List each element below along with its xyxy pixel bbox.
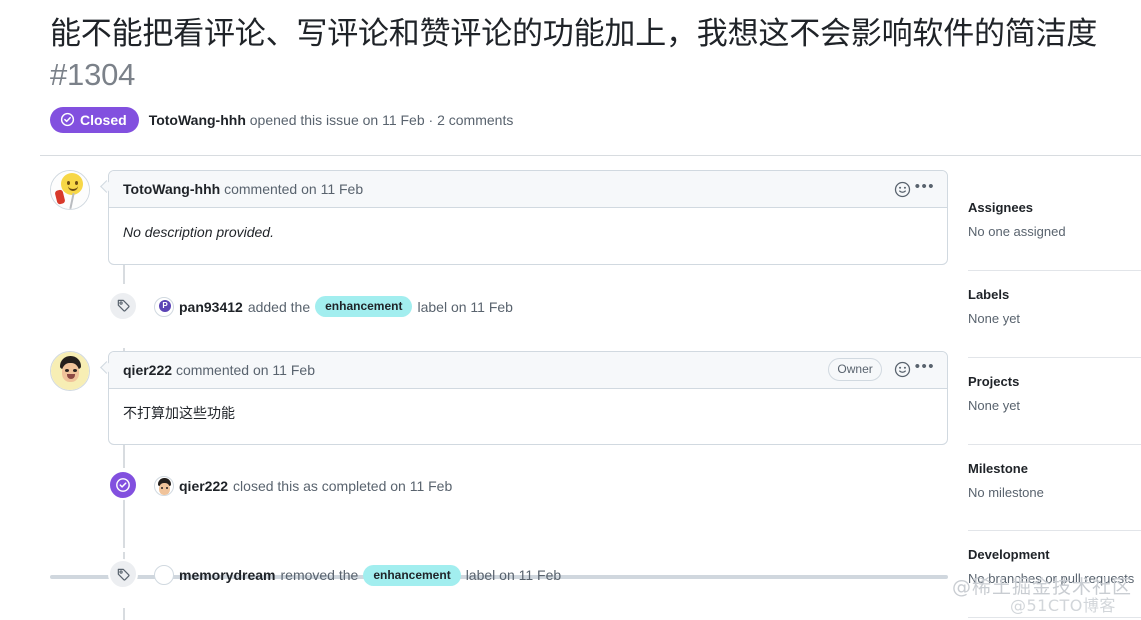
issue-header: 能不能把看评论、写评论和赞评论的功能加上，我想这不会影响软件的简洁度 #1304… — [0, 0, 1141, 133]
sidebar-divider — [968, 443, 1141, 445]
event-action-text: closed this as completed on 11 Feb — [233, 478, 453, 495]
header-divider — [40, 155, 1141, 156]
status-badge-label: Closed — [80, 111, 127, 128]
event-trailing-text: label on 11 Feb — [417, 298, 513, 315]
sidebar-section-value: No branches or pull requests — [968, 571, 1135, 587]
comment-text: 不打算加这些功能 — [123, 404, 235, 421]
label-enhancement[interactable]: enhancement — [363, 564, 461, 587]
tag-icon — [108, 290, 138, 321]
sidebar-section-assignees[interactable]: Assignees No one assigned — [968, 200, 1141, 256]
owner-badge: Owner — [828, 358, 882, 382]
label-enhancement[interactable]: enhancement — [315, 295, 413, 318]
comment-card: qier222 commented on 11 Feb Owner ••• 不打… — [108, 350, 948, 446]
comment-timestamp: commented on 11 Feb — [224, 181, 364, 197]
smiley-icon[interactable] — [894, 361, 911, 378]
issue-meta-row: Closed TotoWang-hhh opened this issue on… — [0, 96, 1141, 133]
comment-author[interactable]: TotoWang-hhh — [123, 181, 220, 197]
timeline-column: TotoWang-hhh commented on 11 Feb ••• No … — [50, 170, 948, 620]
avatar[interactable] — [154, 565, 174, 586]
timeline-rail — [123, 498, 125, 548]
closed-check-icon — [108, 470, 138, 501]
event-actor[interactable]: qier222 — [179, 479, 228, 493]
event-trailing-text: label on 11 Feb — [465, 567, 562, 584]
issue-page: 能不能把看评论、写评论和赞评论的功能加上，我想这不会影响软件的简洁度 #1304… — [0, 0, 1141, 620]
sidebar-divider — [968, 356, 1141, 358]
timeline-item-event: qier222 closed this as completed on 11 F… — [50, 470, 948, 502]
event-description: P pan93412 added the enhancement label o… — [154, 295, 513, 318]
sidebar-section-value: None yet — [968, 397, 1021, 413]
smiley-icon[interactable] — [894, 181, 911, 198]
timeline-rail — [123, 608, 125, 620]
event-description: memorydream removed the enhancement labe… — [154, 564, 562, 587]
kebab-menu-icon[interactable]: ••• — [911, 358, 937, 381]
comment-body: 不打算加这些功能 — [109, 389, 947, 445]
avatar[interactable] — [50, 170, 90, 210]
issue-byline: TotoWang-hhh opened this issue on 11 Feb… — [149, 112, 514, 128]
sidebar-section-title: Milestone — [968, 460, 1028, 476]
sidebar-section-milestone[interactable]: Milestone No milestone — [968, 461, 1141, 517]
sidebar-divider — [968, 617, 1141, 619]
timeline-item-event: P pan93412 added the enhancement label o… — [50, 290, 948, 323]
sidebar-divider — [968, 269, 1141, 271]
sidebar-section-title: Assignees — [968, 200, 1034, 215]
sidebar-divider — [968, 530, 1141, 532]
issue-author-link[interactable]: TotoWang-hhh — [149, 112, 246, 128]
event-actor[interactable]: pan93412 — [179, 300, 243, 314]
comment-author[interactable]: qier222 — [123, 362, 172, 378]
tag-icon — [108, 559, 138, 590]
event-action-text: added the — [247, 298, 311, 315]
issue-sidebar: Assignees No one assigned Labels None ye… — [968, 200, 1141, 620]
avatar-image — [51, 171, 89, 209]
avatar[interactable] — [50, 350, 90, 391]
timeline-item-event: memorydream removed the enhancement labe… — [50, 559, 948, 591]
comment-timestamp: commented on 11 Feb — [175, 361, 315, 378]
issue-opened-text: opened this issue on 11 Feb — [249, 111, 425, 128]
sidebar-section-title: Projects — [968, 373, 1020, 389]
issue-number: #1304 — [50, 56, 136, 92]
timeline-item-comment: qier222 commented on 11 Feb Owner ••• 不打… — [50, 350, 948, 446]
page-title: 能不能把看评论、写评论和赞评论的功能加上，我想这不会影响软件的简洁度 #1304 — [0, 14, 1115, 96]
event-actor[interactable]: memorydream — [179, 568, 276, 582]
check-circle-icon — [60, 113, 75, 127]
sidebar-section-value: No milestone — [968, 484, 1044, 500]
avatar[interactable]: P — [154, 296, 174, 317]
sidebar-section-title: Development — [968, 547, 1050, 563]
sidebar-section-title: Labels — [968, 286, 1010, 302]
issue-title-text: 能不能把看评论、写评论和赞评论的功能加上，我想这不会影响软件的简洁度 — [50, 16, 1098, 51]
status-badge[interactable]: Closed — [50, 106, 139, 133]
event-action-text: removed the — [280, 567, 359, 584]
timeline-item-comment: TotoWang-hhh commented on 11 Feb ••• No … — [50, 170, 948, 265]
sidebar-section-value: No one assigned — [968, 224, 1066, 239]
comment-body: No description provided. — [109, 208, 947, 264]
comment-header: qier222 commented on 11 Feb Owner ••• — [109, 351, 947, 389]
event-description: qier222 closed this as completed on 11 F… — [154, 476, 453, 497]
sidebar-section-development[interactable]: Development No branches or pull requests — [968, 547, 1141, 603]
issue-comment-count: · 2 comments — [428, 111, 514, 128]
avatar[interactable] — [154, 476, 174, 497]
comment-card: TotoWang-hhh commented on 11 Feb ••• No … — [108, 170, 948, 265]
avatar-image — [51, 351, 89, 390]
sidebar-section-labels[interactable]: Labels None yet — [968, 287, 1141, 343]
kebab-menu-icon[interactable]: ••• — [911, 178, 937, 201]
comment-text: No description provided. — [123, 224, 274, 240]
sidebar-section-value: None yet — [968, 310, 1021, 326]
sidebar-section-projects[interactable]: Projects None yet — [968, 374, 1141, 430]
comment-header: TotoWang-hhh commented on 11 Feb ••• — [109, 171, 947, 208]
